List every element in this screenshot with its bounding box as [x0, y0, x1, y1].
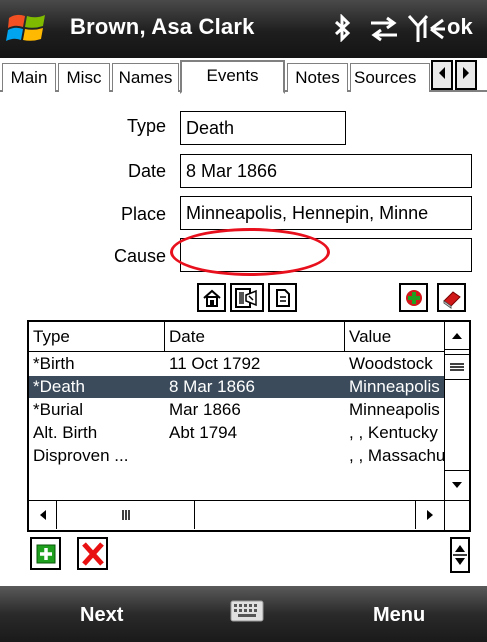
- arrow-left-icon: [39, 510, 46, 520]
- cause-label: Cause: [113, 246, 166, 266]
- events-list[interactable]: Type Date Value *Birth 11 Oct 1792 Woods…: [27, 320, 471, 532]
- tab-main[interactable]: Main: [2, 63, 56, 92]
- scroll-up-button[interactable]: [445, 322, 469, 350]
- tab-strip: Main Misc Names Events Notes Sources: [0, 58, 487, 94]
- list-row[interactable]: Alt. Birth Abt 1794 , , Kentucky: [29, 422, 444, 444]
- delete-event-button[interactable]: [77, 537, 108, 570]
- ok-button[interactable]: ok: [447, 14, 473, 40]
- family-record-button[interactable]: [230, 283, 264, 312]
- place-label: Place: [120, 204, 166, 224]
- tab-scroll-right-button[interactable]: [455, 60, 477, 90]
- list-header: Type Date Value: [29, 322, 444, 352]
- home-button[interactable]: [197, 283, 226, 312]
- house-icon: [202, 289, 221, 307]
- list-row[interactable]: Disproven ... , , Massachusetts: [29, 445, 444, 467]
- arrow-down-icon: [452, 481, 462, 488]
- tab-names[interactable]: Names: [112, 63, 179, 92]
- document-button[interactable]: [268, 283, 297, 312]
- up-down-arrows-icon: [453, 545, 467, 565]
- cause-field[interactable]: [180, 238, 472, 272]
- next-softkey[interactable]: Next: [80, 604, 123, 627]
- scroll-thumb[interactable]: [445, 354, 469, 380]
- row-date: 11 Oct 1792: [169, 354, 261, 373]
- book-icon: [442, 290, 461, 309]
- row-date: Abt 1794: [169, 423, 238, 442]
- list-row[interactable]: *Birth 11 Oct 1792 Woodstock: [29, 353, 444, 375]
- list-row[interactable]: *Burial Mar 1866 Minneapolis: [29, 399, 444, 421]
- place-field[interactable]: Minneapolis, Hennepin, Minne: [180, 196, 472, 230]
- menu-softkey[interactable]: Menu: [373, 604, 425, 627]
- family-record-icon: [235, 287, 257, 308]
- document-icon: [275, 288, 290, 307]
- row-type: *Burial: [33, 400, 84, 419]
- book-button[interactable]: [437, 283, 466, 312]
- horizontal-scrollbar[interactable]: [29, 500, 444, 530]
- arrow-right-icon: [463, 67, 469, 79]
- windows-start-icon[interactable]: [6, 10, 48, 48]
- row-type: *Birth: [33, 354, 75, 373]
- row-value: Minneapolis: [349, 377, 440, 396]
- add-source-button[interactable]: [399, 283, 428, 312]
- type-label: Type: [126, 116, 166, 136]
- row-type: Disproven ...: [33, 446, 129, 465]
- grip-icon: [450, 363, 464, 371]
- softkey-bar: Next Menu: [0, 586, 487, 642]
- list-row-selected[interactable]: *Death 8 Mar 1866 Minneapolis: [29, 376, 444, 398]
- row-value: , , Kentucky: [349, 423, 438, 442]
- date-label: Date: [127, 161, 166, 181]
- tab-events[interactable]: Events: [180, 60, 285, 94]
- row-date: 8 Mar 1866: [169, 377, 255, 396]
- scroll-down-button[interactable]: [445, 470, 469, 498]
- row-date: Mar 1866: [169, 400, 241, 419]
- add-event-button[interactable]: [30, 537, 61, 570]
- tab-misc[interactable]: Misc: [58, 63, 110, 92]
- volume-icon[interactable]: [423, 16, 447, 42]
- scrollbar-corner: [444, 500, 469, 530]
- horizontal-scroll-thumb[interactable]: [57, 501, 195, 529]
- keyboard-icon[interactable]: [230, 598, 264, 624]
- tab-scroll-left-button[interactable]: [431, 60, 453, 90]
- row-type: *Death: [33, 377, 85, 396]
- type-field[interactable]: Death: [180, 111, 346, 145]
- add-source-icon: [405, 289, 422, 306]
- column-header-value[interactable]: Value: [345, 322, 444, 351]
- plus-icon: [36, 544, 55, 563]
- grip-icon: [121, 510, 130, 520]
- scroll-left-button[interactable]: [29, 501, 57, 529]
- arrow-right-icon: [427, 510, 433, 520]
- order-spinner[interactable]: [450, 537, 470, 573]
- tab-sources[interactable]: Sources: [350, 63, 430, 92]
- column-header-date[interactable]: Date: [165, 322, 345, 351]
- row-value: Woodstock: [349, 354, 433, 373]
- title-bar: Brown, Asa Clark ok: [0, 0, 487, 58]
- app-title: Brown, Asa Clark: [70, 14, 255, 39]
- column-header-type[interactable]: Type: [29, 322, 165, 351]
- row-date: [165, 445, 345, 467]
- arrow-left-icon: [439, 67, 445, 79]
- scroll-right-button[interactable]: [415, 501, 444, 529]
- tab-notes[interactable]: Notes: [287, 63, 348, 92]
- arrow-up-icon: [452, 332, 462, 339]
- row-type: Alt. Birth: [33, 423, 98, 442]
- bluetooth-icon[interactable]: [333, 14, 353, 42]
- data-connection-icon[interactable]: [369, 16, 399, 42]
- delete-x-icon: [81, 541, 104, 566]
- row-value: Minneapolis: [349, 400, 440, 419]
- date-field[interactable]: 8 Mar 1866: [180, 154, 472, 188]
- row-value: , , Massachusetts: [349, 446, 444, 465]
- vertical-scrollbar[interactable]: [444, 322, 469, 500]
